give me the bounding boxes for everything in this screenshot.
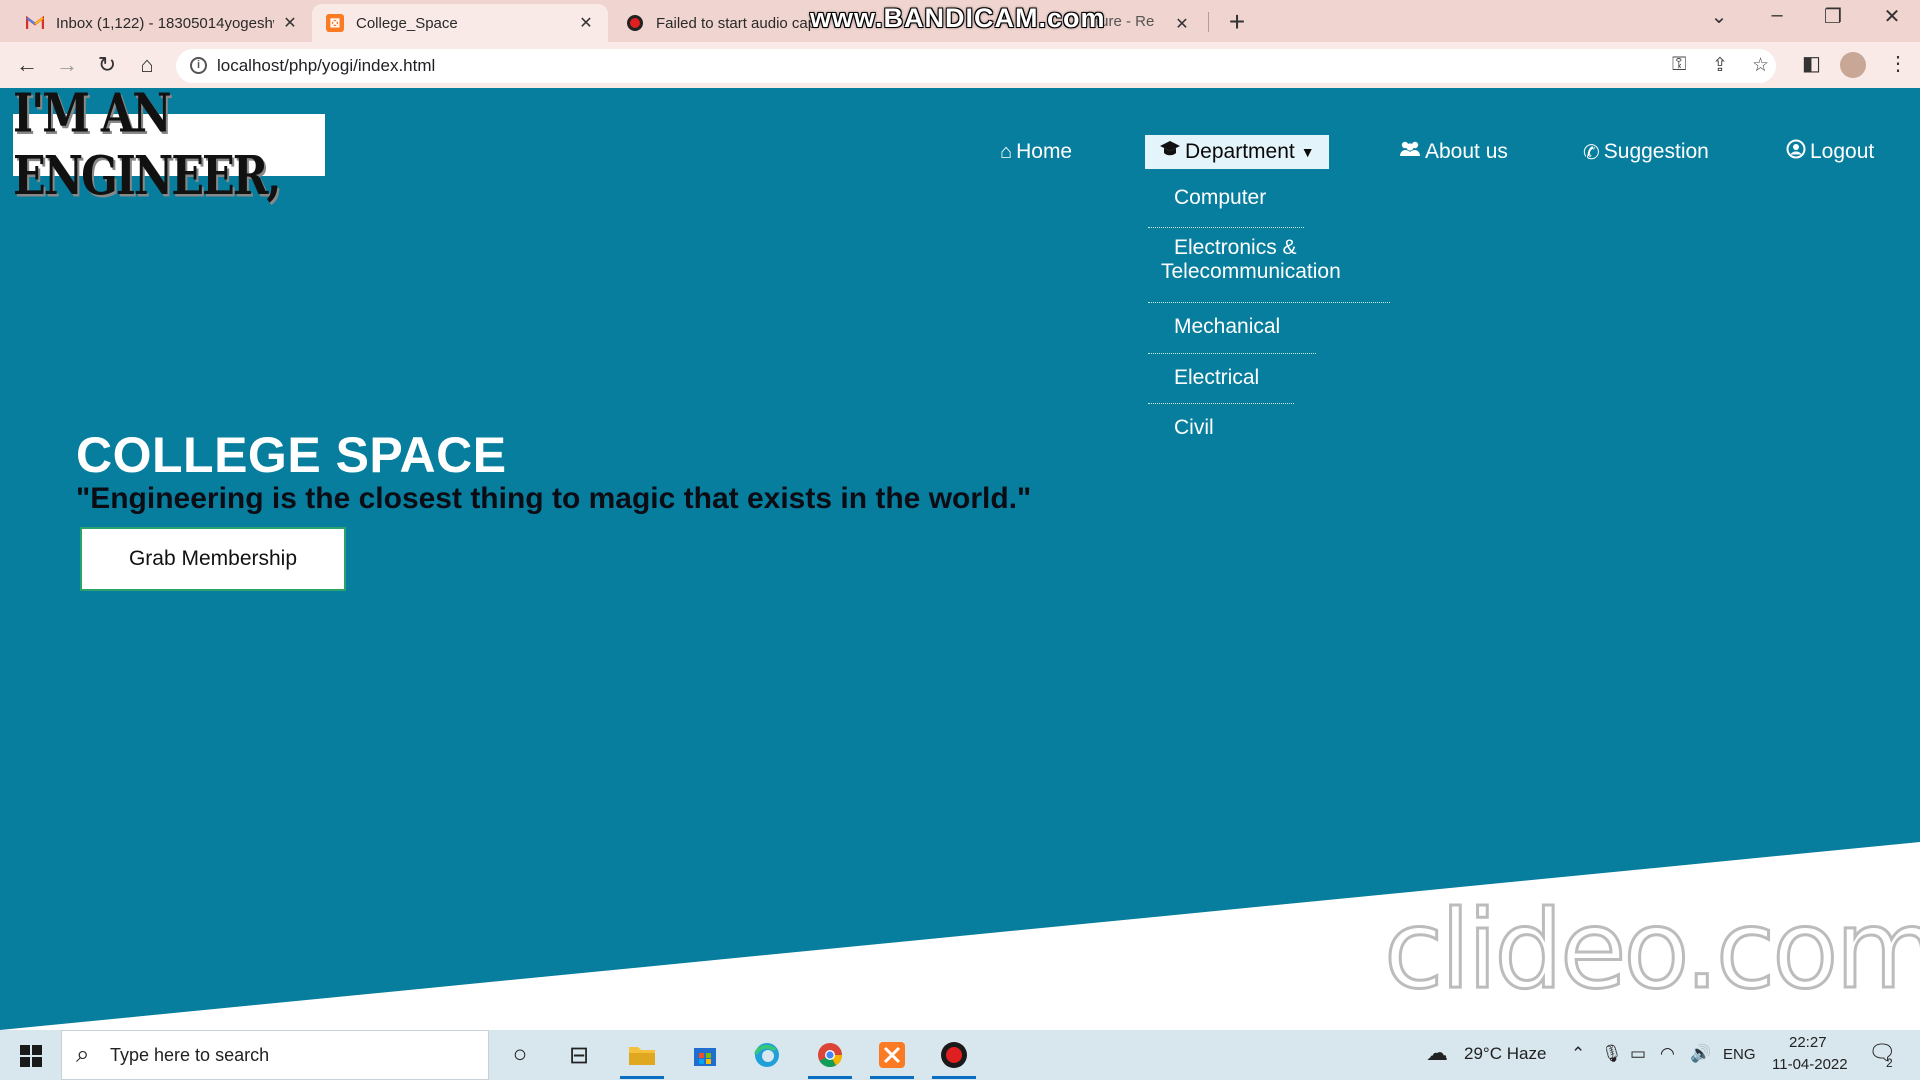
hero-quote: "Engineering is the closest thing to mag… [76, 482, 1032, 515]
caret-down-icon: ▼ [1300, 144, 1315, 160]
active-app-indicator [620, 1076, 664, 1079]
new-tab-button[interactable]: + [1222, 6, 1252, 38]
share-icon[interactable]: ⇪ [1712, 54, 1728, 77]
user-circle-icon [1786, 139, 1806, 165]
file-explorer-icon[interactable] [625, 1038, 659, 1072]
profile-avatar[interactable] [1840, 52, 1866, 78]
close-icon[interactable]: ✕ [578, 13, 594, 33]
nav-logout[interactable]: Logout [1786, 135, 1874, 169]
nav-department[interactable]: Department ▼ [1145, 135, 1329, 169]
page-body: I'M AN ENGINEER, ⌂ Home Department ▼ Abo… [0, 88, 1920, 1030]
close-icon[interactable]: ✕ [282, 13, 298, 33]
tab-inbox[interactable]: Inbox (1,122) - 18305014yogeshw ✕ [12, 4, 312, 42]
clideo-watermark: clideo.com [1383, 887, 1920, 1015]
weather-text[interactable]: 29°C Haze [1464, 1044, 1546, 1064]
close-icon[interactable]: ✕ [1174, 14, 1190, 34]
tab-divider [1208, 12, 1209, 32]
tab-title: Inbox (1,122) - 18305014yogeshw [56, 14, 274, 32]
search-placeholder: Type here to search [110, 1045, 270, 1065]
dropdown-item-label: Electrical [1174, 366, 1260, 389]
back-button[interactable]: ← [12, 50, 42, 80]
address-bar[interactable]: i localhost/php/yogi/index.html ⚿ ⇪ ☆ [176, 49, 1776, 83]
show-hidden-icons-icon[interactable]: ⌃ [1571, 1044, 1585, 1064]
weather-icon[interactable]: ☁ [1426, 1040, 1448, 1066]
cortana-icon[interactable]: ○ [503, 1038, 537, 1072]
site-info-icon[interactable]: i [190, 57, 207, 74]
store-icon[interactable] [688, 1038, 722, 1072]
close-window-button[interactable]: ✕ [1872, 4, 1912, 29]
graduation-cap-icon [1159, 140, 1181, 164]
windows-taskbar: ⌕ Type here to search ○ ⊟ ☁ 29°C Haze ⌃ … [0, 1030, 1920, 1080]
tab-title: College_Space [356, 14, 458, 32]
home-button[interactable]: ⌂ [132, 50, 162, 80]
site-logo[interactable]: I'M AN ENGINEER, [13, 88, 325, 208]
task-view-icon[interactable]: ⊟ [562, 1038, 596, 1072]
bandicam-watermark: www.BANDICAM.com [810, 3, 1106, 33]
notification-count: 2 [1886, 1056, 1893, 1070]
clock-time[interactable]: 22:27 [1789, 1034, 1827, 1051]
phone-icon: ✆ [1583, 141, 1600, 164]
users-icon [1399, 140, 1421, 164]
dropdown-item-label: Computer [1174, 186, 1267, 209]
gmail-icon [26, 14, 44, 32]
dropdown-item-label: Civil [1174, 416, 1214, 439]
dropdown-item-electronics[interactable]: Electronics & Telecommunication [1148, 228, 1390, 303]
language-indicator[interactable]: ENG [1723, 1046, 1756, 1063]
menu-icon[interactable]: ⋮ [1888, 51, 1908, 76]
nav-logout-label: Logout [1810, 140, 1875, 163]
forward-button[interactable]: → [52, 50, 82, 80]
bandicam-record-icon[interactable] [937, 1038, 971, 1072]
dropdown-item-label: Mechanical [1174, 315, 1281, 338]
department-dropdown: Computer Electronics & Telecommunication… [1148, 178, 1390, 448]
taskbar-search-box[interactable]: ⌕ Type here to search [61, 1030, 489, 1080]
dropdown-item-civil[interactable]: Civil [1148, 404, 1388, 448]
minimize-button[interactable]: – [1757, 4, 1797, 27]
edge-icon[interactable] [750, 1038, 784, 1072]
nav-about-label: About us [1425, 140, 1508, 163]
dropdown-item-label: Electronics & [1174, 236, 1297, 259]
microphone-icon[interactable]: 🎙 [1601, 1044, 1623, 1064]
nav-home-label: Home [1016, 140, 1073, 163]
nav-home[interactable]: ⌂ Home [1000, 135, 1072, 169]
reload-button[interactable]: ↻ [92, 50, 122, 80]
dropdown-item-electrical[interactable]: Electrical [1148, 354, 1388, 404]
record-icon [626, 14, 644, 32]
browser-toolbar: ← → ↻ ⌂ i localhost/php/yogi/index.html … [0, 42, 1920, 88]
wifi-icon[interactable]: ◠ [1660, 1044, 1675, 1064]
grab-membership-button[interactable]: Grab Membership [80, 527, 346, 591]
nav-suggestion-label: Suggestion [1603, 140, 1709, 163]
battery-icon[interactable]: ▭ [1630, 1044, 1646, 1064]
nav-department-label: Department [1185, 140, 1295, 163]
key-icon[interactable]: ⚿ [1672, 54, 1686, 76]
windows-start-icon[interactable] [20, 1045, 42, 1067]
tab-search-button[interactable]: ⌄ [1699, 4, 1739, 29]
active-app-indicator [932, 1076, 976, 1079]
home-icon: ⌂ [1000, 140, 1013, 163]
side-panel-icon[interactable]: ◧ [1802, 51, 1821, 76]
url-text: localhost/php/yogi/index.html [217, 56, 436, 75]
chrome-icon[interactable] [813, 1038, 847, 1072]
xampp-icon: ⊠ [326, 14, 344, 32]
active-app-indicator [870, 1076, 914, 1079]
clock-date[interactable]: 11-04-2022 [1772, 1056, 1848, 1073]
nav-about-us[interactable]: About us [1399, 135, 1508, 169]
restore-button[interactable]: ❐ [1813, 4, 1853, 29]
page-title: COLLEGE SPACE [76, 427, 507, 483]
volume-icon[interactable]: 🔊 [1690, 1044, 1711, 1064]
xampp-icon[interactable] [875, 1038, 909, 1072]
active-app-indicator [808, 1076, 852, 1079]
dropdown-item-label-line2: Telecommunication [1161, 260, 1341, 283]
logo-text: I'M AN ENGINEER, [13, 88, 281, 208]
nav-suggestion[interactable]: ✆ Suggestion [1583, 135, 1709, 169]
dropdown-item-computer[interactable]: Computer [1148, 178, 1388, 228]
search-icon: ⌕ [76, 1041, 90, 1068]
tab-college-space[interactable]: ⊠ College_Space ✕ [312, 4, 608, 42]
dropdown-item-mechanical[interactable]: Mechanical [1148, 303, 1388, 354]
browser-tab-strip: Inbox (1,122) - 18305014yogeshw ✕ ⊠ Coll… [0, 0, 1920, 42]
bookmark-star-icon[interactable]: ☆ [1752, 54, 1769, 77]
